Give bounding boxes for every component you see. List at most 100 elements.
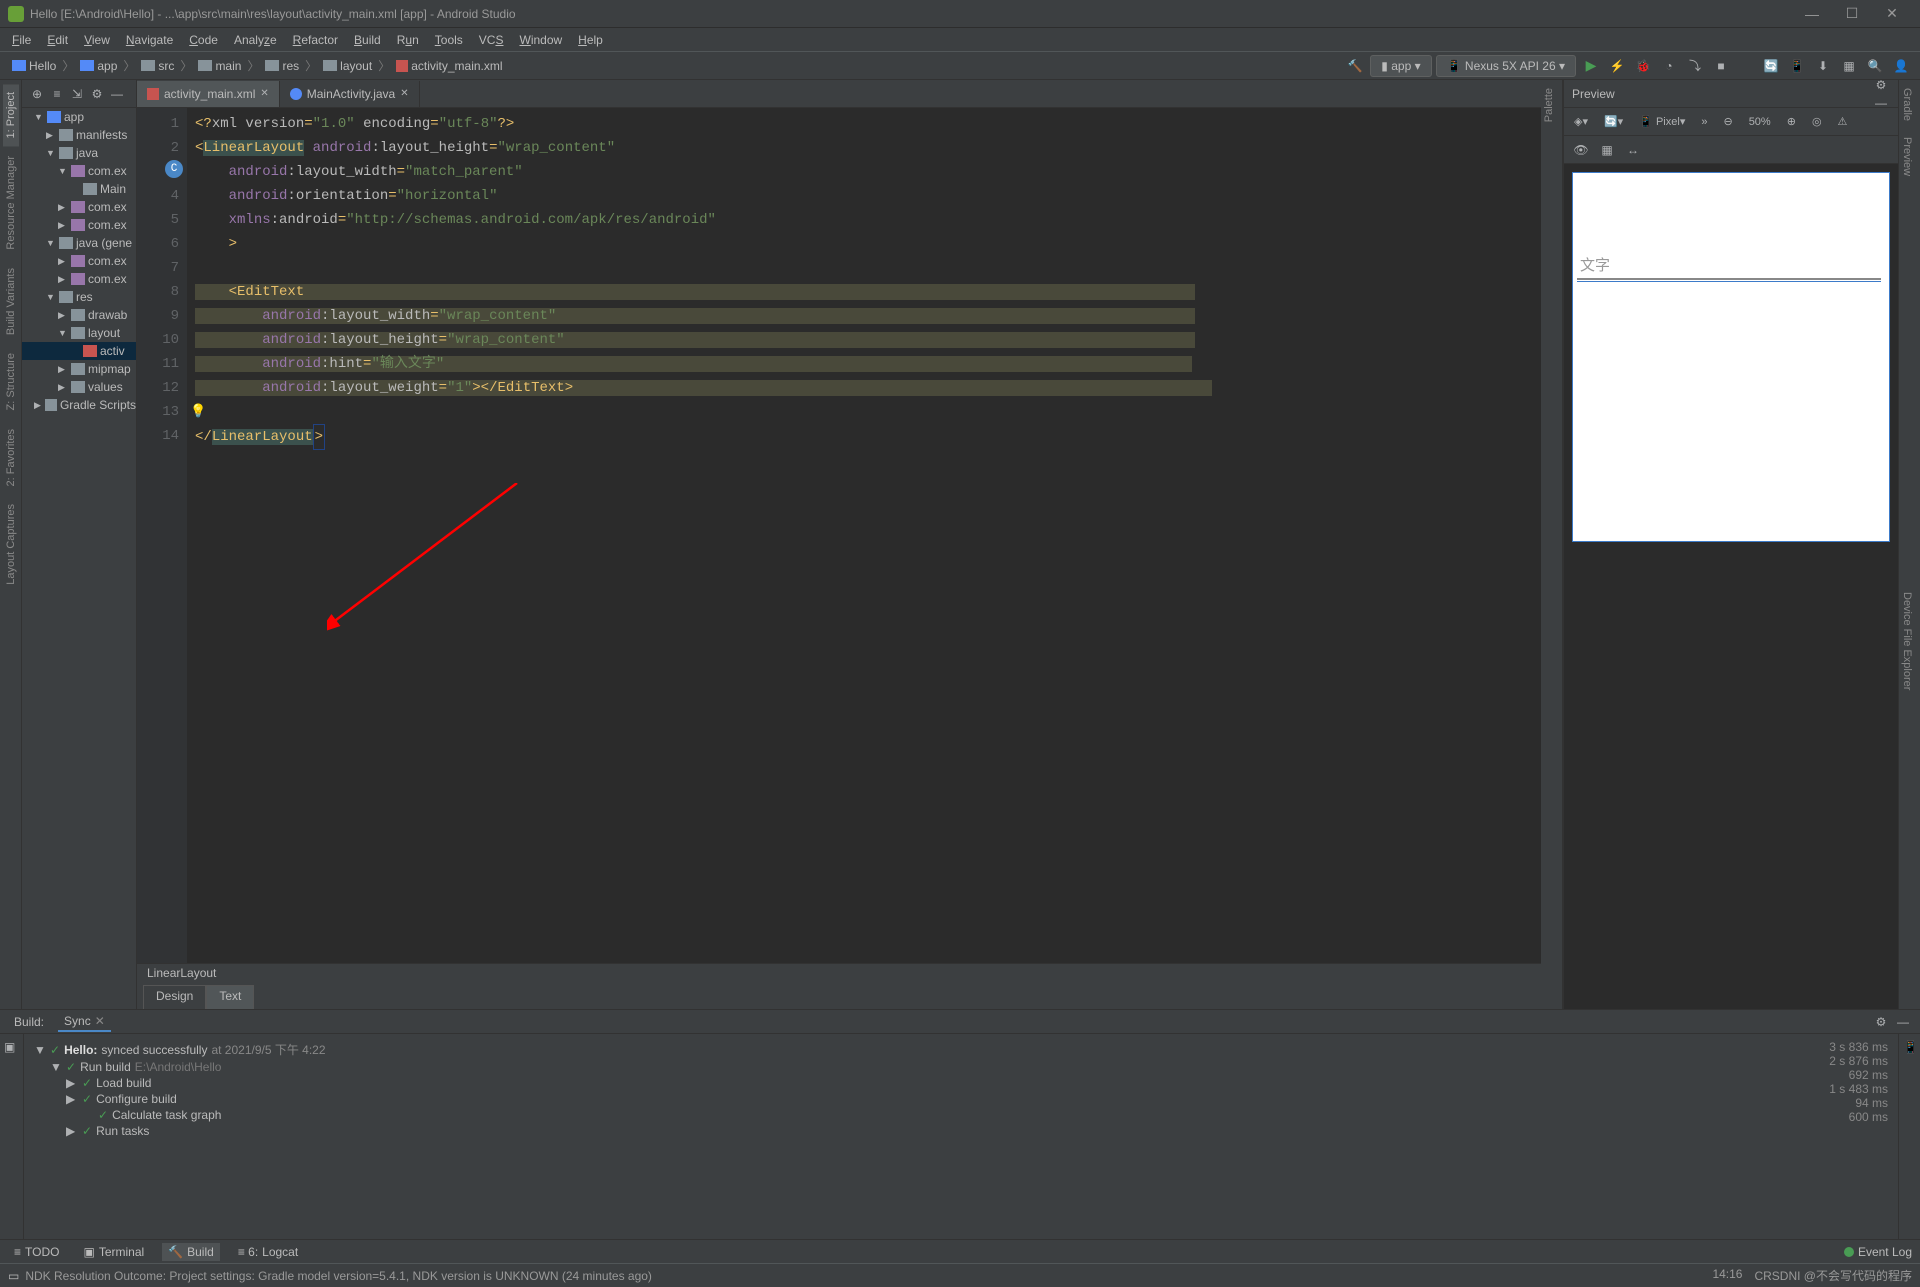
tree-item[interactable]: ▶Gradle Scripts — [22, 396, 136, 414]
tree-item[interactable]: ▼res — [22, 288, 136, 306]
tree-item[interactable]: ▶mipmap — [22, 360, 136, 378]
sdk-manager-icon[interactable]: ⬇ — [1812, 55, 1834, 77]
rail-structure[interactable]: Z: Structure — [3, 345, 19, 418]
stop-icon[interactable]: ■ — [1710, 55, 1732, 77]
rail-build-variants[interactable]: Build Variants — [3, 260, 19, 343]
preview-pan-icon[interactable]: ↔ — [1624, 141, 1642, 159]
menu-navigate[interactable]: Navigate — [118, 31, 181, 49]
editor-tab-active[interactable]: activity_main.xml✕ — [137, 81, 280, 107]
build-output[interactable]: ▼✓ Hello: synced successfully at 2021/9/… — [24, 1034, 1819, 1239]
attach-icon[interactable]: ⤵ — [1684, 55, 1706, 77]
tool-logcat[interactable]: ≡ 6: Logcat — [232, 1243, 304, 1261]
menu-refactor[interactable]: Refactor — [285, 31, 346, 49]
code-editor[interactable]: <?xml version="1.0" encoding="utf-8"?> C… — [187, 108, 1541, 963]
breadcrumb-item[interactable]: src — [137, 57, 178, 75]
rail-favorites[interactable]: 2: Favorites — [3, 421, 19, 494]
menu-tools[interactable]: Tools — [427, 31, 471, 49]
menu-vcs[interactable]: VCS — [471, 31, 512, 49]
collapse-all-icon[interactable]: ⇲ — [68, 85, 86, 103]
close-icon[interactable]: ✕ — [95, 1014, 105, 1028]
breadcrumb-item[interactable]: main — [194, 57, 245, 75]
tree-item[interactable]: ▼layout — [22, 324, 136, 342]
rail-preview[interactable]: Preview — [1899, 129, 1915, 184]
menu-view[interactable]: View — [76, 31, 118, 49]
settings-gear-icon[interactable]: ⚙ — [1872, 76, 1890, 94]
tool-build[interactable]: 🔨 Build — [162, 1243, 220, 1261]
project-tree[interactable]: ▼app▶manifests▼java▼com.exMain▶com.ex▶co… — [22, 108, 136, 1009]
statusbar-show-icon[interactable]: ▭ — [8, 1269, 19, 1283]
rail-gradle[interactable]: Gradle — [1899, 80, 1915, 129]
maximize-button[interactable]: ☐ — [1832, 0, 1872, 28]
editor-breadcrumb[interactable]: LinearLayout — [137, 963, 1541, 985]
breadcrumb-item[interactable]: res — [261, 57, 303, 75]
tree-item[interactable]: ▼com.ex — [22, 162, 136, 180]
tree-item[interactable]: activ — [22, 342, 136, 360]
hide-panel-icon[interactable]: — — [1894, 1013, 1912, 1031]
layout-inspector-icon[interactable]: ▦ — [1838, 55, 1860, 77]
run-config-dropdown[interactable]: ▮ app ▾ — [1370, 55, 1431, 77]
rail-project[interactable]: 1: Project — [3, 84, 19, 146]
hide-panel-icon[interactable]: — — [108, 85, 126, 103]
settings-gear-icon[interactable]: ⚙ — [88, 85, 106, 103]
more-icon[interactable]: » — [1695, 114, 1713, 130]
breadcrumb-item[interactable]: activity_main.xml — [392, 57, 506, 75]
breadcrumb-item[interactable]: app — [76, 57, 121, 75]
run-button[interactable]: ▶ — [1580, 55, 1602, 77]
sync-tab[interactable]: Sync✕ — [58, 1012, 111, 1032]
warnings-icon[interactable]: ⚠ — [1832, 113, 1854, 130]
event-log-button[interactable]: Event Log — [1844, 1245, 1912, 1259]
menu-code[interactable]: Code — [181, 31, 226, 49]
build-hammer-icon[interactable]: 🔨 — [1344, 55, 1366, 77]
expand-all-icon[interactable]: ≡ — [48, 85, 66, 103]
tree-item[interactable]: ▼java (gene — [22, 234, 136, 252]
breadcrumb-item[interactable]: layout — [319, 57, 376, 75]
zoom-out-icon[interactable]: ⊖ — [1717, 113, 1738, 130]
select-opened-file-icon[interactable]: ⊕ — [28, 85, 46, 103]
debug-icon[interactable]: 🐞 — [1632, 55, 1654, 77]
search-icon[interactable]: 🔍 — [1864, 55, 1886, 77]
apply-changes-icon[interactable]: ⚡ — [1606, 55, 1628, 77]
tree-item[interactable]: ▶com.ex — [22, 252, 136, 270]
zoom-fit-icon[interactable]: ◎ — [1806, 113, 1828, 130]
tree-item[interactable]: ▼app — [22, 108, 136, 126]
rail-layout-captures[interactable]: Layout Captures — [3, 496, 19, 593]
text-tab[interactable]: Text — [206, 985, 254, 1009]
editor-tab[interactable]: MainActivity.java✕ — [280, 81, 420, 107]
menu-help[interactable]: Help — [570, 31, 611, 49]
zoom-in-icon[interactable]: ⊕ — [1781, 113, 1802, 130]
preview-view-icon[interactable]: 👁 — [1572, 141, 1590, 159]
tree-item[interactable]: Main — [22, 180, 136, 198]
minimize-button[interactable]: — — [1792, 0, 1832, 28]
menu-build[interactable]: Build — [346, 31, 389, 49]
zoom-level[interactable]: 50% — [1743, 114, 1777, 130]
close-button[interactable]: ✕ — [1872, 0, 1912, 28]
menu-analyze[interactable]: Analyze — [226, 31, 285, 49]
settings-gear-icon[interactable]: ⚙ — [1872, 1013, 1890, 1031]
tree-item[interactable]: ▶values — [22, 378, 136, 396]
close-icon[interactable]: ✕ — [260, 88, 268, 99]
tool-todo[interactable]: ≡ TODO — [8, 1243, 65, 1261]
close-icon[interactable]: ✕ — [400, 88, 408, 99]
preview-blueprint-icon[interactable]: ▦ — [1598, 141, 1616, 159]
profile-icon[interactable]: ◔ — [1658, 55, 1680, 77]
menu-file[interactable]: File — [4, 31, 39, 49]
device-dropdown[interactable]: 📱 Nexus 5X API 26 ▾ — [1436, 55, 1576, 77]
preview-device-frame[interactable]: 文字 — [1572, 172, 1890, 542]
menu-run[interactable]: Run — [389, 31, 427, 49]
tree-item[interactable]: ▶drawab — [22, 306, 136, 324]
breadcrumb-item[interactable]: Hello — [8, 57, 60, 75]
menu-edit[interactable]: Edit — [39, 31, 76, 49]
avd-manager-icon[interactable]: 📱 — [1786, 55, 1808, 77]
tool-terminal[interactable]: ▣ Terminal — [77, 1243, 150, 1261]
sync-project-icon[interactable]: 🔄 — [1760, 55, 1782, 77]
tree-item[interactable]: ▶com.ex — [22, 270, 136, 288]
avatar-icon[interactable]: 👤 — [1890, 55, 1912, 77]
tree-item[interactable]: ▶manifests — [22, 126, 136, 144]
tree-item[interactable]: ▶com.ex — [22, 216, 136, 234]
design-tab[interactable]: Design — [143, 985, 206, 1009]
orientation-icon[interactable]: 🔄▾ — [1598, 113, 1629, 130]
menu-window[interactable]: Window — [511, 31, 570, 49]
design-surface-icon[interactable]: ◈▾ — [1568, 113, 1594, 130]
device-dropdown[interactable]: 📱 Pixel▾ — [1633, 113, 1691, 130]
rail-resource-manager[interactable]: Resource Manager — [3, 148, 19, 258]
